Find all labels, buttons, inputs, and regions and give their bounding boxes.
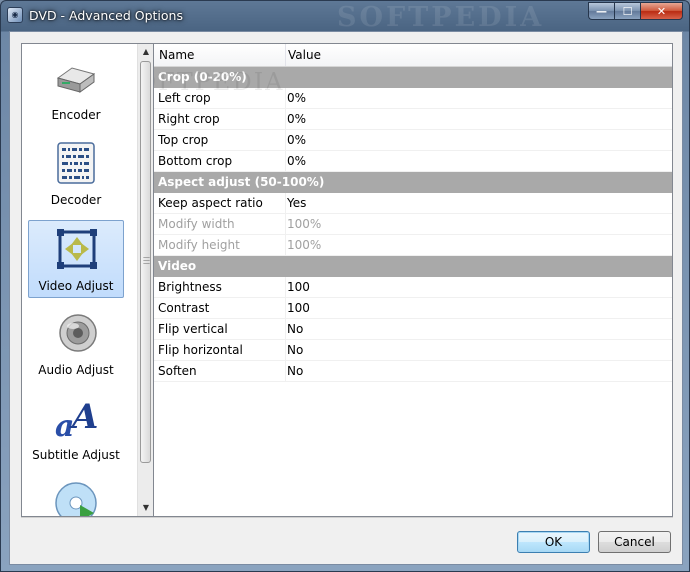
- property-value[interactable]: 0%: [287, 154, 306, 168]
- close-button[interactable]: ✕: [640, 2, 683, 20]
- category-label: Aspect adjust (50-100%): [158, 175, 325, 189]
- sidebar-item-video-adjust[interactable]: Video Adjust: [28, 220, 124, 298]
- property-row: Modify width 100%: [154, 214, 672, 235]
- sidebar-item-subtitle-adjust[interactable]: a A Subtitle Adjust: [28, 390, 124, 468]
- encoder-icon: [56, 67, 96, 93]
- speaker-icon: [59, 314, 97, 352]
- property-row[interactable]: Flip horizontal No: [154, 340, 672, 361]
- property-name: Top crop: [158, 133, 209, 147]
- property-row[interactable]: Right crop 0%: [154, 109, 672, 130]
- property-row[interactable]: Brightness 100: [154, 277, 672, 298]
- sidebar-item-decoder[interactable]: Decoder: [28, 135, 124, 213]
- scroll-thumb[interactable]: — — —: [140, 61, 151, 463]
- sidebar-item-label: Video Adjust: [38, 279, 114, 293]
- sidebar-item-label: Subtitle Adjust: [32, 448, 120, 462]
- property-row[interactable]: Keep aspect ratio Yes: [154, 193, 672, 214]
- maximize-button[interactable]: ☐: [614, 2, 640, 20]
- property-name: Bottom crop: [158, 154, 233, 168]
- cancel-button[interactable]: Cancel: [598, 531, 671, 553]
- property-name: Soften: [158, 364, 197, 378]
- property-name: Modify height: [158, 238, 240, 252]
- property-name: Flip vertical: [158, 322, 228, 336]
- property-value[interactable]: 0%: [287, 91, 306, 105]
- sidebar-item-label: Audio Adjust: [38, 363, 114, 377]
- property-value[interactable]: Yes: [287, 196, 306, 210]
- subtitle-icon: a A: [55, 397, 98, 440]
- watermark: SOFTPEDIA: [337, 2, 545, 33]
- property-row[interactable]: Top crop 0%: [154, 130, 672, 151]
- category-label: Video: [158, 259, 197, 273]
- grid-header: Name Value: [154, 44, 672, 67]
- category-sidebar: Encoder Decoder Video Adjust Audio Adjus…: [21, 43, 155, 517]
- scroll-up-icon[interactable]: ▲: [138, 44, 154, 60]
- window-controls: — ☐ ✕: [588, 2, 683, 21]
- sidebar-scrollbar[interactable]: ▲ — — — ▼: [137, 44, 154, 516]
- window-title: DVD - Advanced Options: [29, 8, 183, 23]
- property-grid: Name Value Crop (0-20%) Left crop 0% Righ…: [153, 43, 673, 517]
- property-name: Keep aspect ratio: [158, 196, 263, 210]
- sidebar-item-encoder[interactable]: Encoder: [28, 50, 124, 128]
- app-icon: ◉: [7, 7, 23, 23]
- ok-button[interactable]: OK: [517, 531, 590, 553]
- property-name: Brightness: [158, 280, 222, 294]
- sidebar-item-disc[interactable]: [28, 475, 124, 516]
- property-value[interactable]: No: [287, 322, 303, 336]
- scroll-down-icon[interactable]: ▼: [138, 500, 154, 516]
- property-name: Modify width: [158, 217, 235, 231]
- property-row[interactable]: Contrast 100: [154, 298, 672, 319]
- column-header-name[interactable]: Name: [159, 48, 194, 62]
- disc-icon: [55, 482, 97, 516]
- property-name: Right crop: [158, 112, 220, 126]
- property-value[interactable]: 0%: [287, 133, 306, 147]
- video-adjust-icon: [57, 229, 97, 269]
- minimize-button[interactable]: —: [588, 2, 614, 20]
- title-bar[interactable]: ◉ DVD - Advanced Options SOFTPEDIA — ☐ ✕: [1, 1, 689, 33]
- property-row: Modify height 100%: [154, 235, 672, 256]
- property-value[interactable]: No: [287, 343, 303, 357]
- property-row[interactable]: Flip vertical No: [154, 319, 672, 340]
- grip-icon: — — —: [143, 253, 150, 267]
- property-value[interactable]: No: [287, 364, 303, 378]
- property-name: Contrast: [158, 301, 210, 315]
- property-value[interactable]: 0%: [287, 112, 306, 126]
- property-value: 100%: [287, 238, 322, 252]
- property-value[interactable]: 100: [287, 301, 310, 315]
- category-row[interactable]: Aspect adjust (50-100%): [154, 172, 672, 193]
- svg-text:A: A: [69, 397, 98, 437]
- property-value[interactable]: 100: [287, 280, 310, 294]
- sidebar-item-label: Decoder: [50, 193, 102, 207]
- property-value: 100%: [287, 217, 322, 231]
- sidebar-item-audio-adjust[interactable]: Audio Adjust: [28, 305, 124, 383]
- footer-divider: [21, 517, 673, 518]
- category-row[interactable]: Video: [154, 256, 672, 277]
- decoder-icon: [57, 142, 95, 184]
- property-row[interactable]: Soften No: [154, 361, 672, 382]
- column-header-value[interactable]: Value: [288, 48, 321, 62]
- grid-watermark: SOFTPEDIA: [154, 68, 285, 96]
- dialog-window: ◉ DVD - Advanced Options SOFTPEDIA — ☐ ✕…: [0, 0, 690, 572]
- sidebar-item-label: Encoder: [51, 108, 101, 122]
- column-divider[interactable]: [285, 44, 286, 66]
- dialog-body: Encoder Decoder Video Adjust Audio Adjus…: [9, 31, 683, 565]
- property-row[interactable]: Bottom crop 0%: [154, 151, 672, 172]
- property-name: Flip horizontal: [158, 343, 243, 357]
